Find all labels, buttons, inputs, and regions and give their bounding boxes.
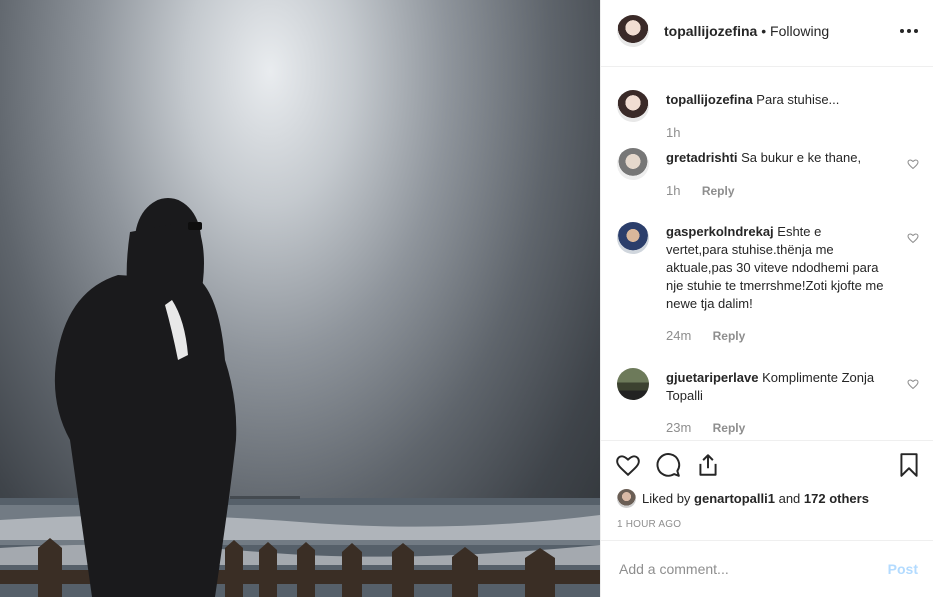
comment-text: Sa bukur e ke thane,: [741, 150, 862, 165]
post-actions: Liked by genartopalli1 and 172 others 1 …: [601, 440, 933, 540]
author-avatar[interactable]: [617, 15, 649, 47]
comment-time[interactable]: 23m: [666, 420, 691, 435]
liker-username[interactable]: genartopalli1: [694, 491, 775, 506]
comment-body: topallijozefina Para stuhise...: [666, 91, 884, 109]
avatar[interactable]: [617, 222, 649, 254]
comment-body: gretadrishti Sa bukur e ke thane,: [666, 149, 884, 167]
comment-body: gasperkolndrekaj Eshte e vertet,para stu…: [666, 223, 884, 313]
author-username[interactable]: topallijozefina: [664, 23, 757, 39]
avatar[interactable]: [617, 368, 649, 400]
author-line: topallijozefina • Following: [664, 23, 829, 39]
following-button[interactable]: Following: [770, 23, 829, 39]
avatar[interactable]: [617, 148, 649, 180]
likes-prefix: Liked by: [642, 491, 691, 506]
post-photo[interactable]: [0, 0, 600, 597]
share-icon[interactable]: [695, 452, 721, 478]
separator-dot: •: [761, 23, 771, 39]
post-timestamp[interactable]: 1 HOUR AGO: [617, 519, 681, 530]
liker-avatar[interactable]: [617, 489, 636, 508]
comment-meta: 23m Reply: [666, 420, 745, 435]
comment-username[interactable]: gasperkolndrekaj: [666, 224, 774, 239]
comment-time[interactable]: 1h: [666, 125, 680, 140]
comment-time[interactable]: 1h: [666, 183, 680, 198]
add-comment-bar: Post: [601, 540, 933, 597]
comment-meta: 24m Reply: [666, 328, 745, 343]
comment-text: Para stuhise...: [756, 92, 840, 107]
comment-icon[interactable]: [655, 452, 681, 478]
comment-username[interactable]: topallijozefina: [666, 92, 753, 107]
post-side-panel: topallijozefina • Following topallijozef…: [600, 0, 933, 597]
comment-meta: 1h Reply: [666, 183, 735, 198]
likes-others-link[interactable]: 172 others: [804, 491, 869, 506]
like-comment-icon[interactable]: [907, 232, 919, 244]
photo-scene: [0, 198, 600, 597]
comment-meta: 1h: [666, 125, 680, 140]
like-comment-icon[interactable]: [907, 378, 919, 390]
likes-joiner: and: [778, 491, 801, 506]
reply-button[interactable]: Reply: [702, 184, 735, 198]
bookmark-icon[interactable]: [896, 452, 922, 478]
comment-input[interactable]: [617, 560, 871, 578]
comments-list: topallijozefina Para stuhise... 1h greta…: [601, 68, 933, 440]
comment-time[interactable]: 24m: [666, 328, 691, 343]
like-comment-icon[interactable]: [907, 158, 919, 170]
reply-button[interactable]: Reply: [713, 329, 746, 343]
more-icon[interactable]: [900, 29, 918, 33]
comment-username[interactable]: gjuetariperlave: [666, 370, 759, 385]
heart-icon[interactable]: [615, 452, 641, 478]
post-header: topallijozefina • Following: [601, 0, 933, 67]
post-comment-button[interactable]: Post: [888, 561, 918, 577]
reply-button[interactable]: Reply: [713, 421, 746, 435]
avatar[interactable]: [617, 90, 649, 122]
likes-line: Liked by genartopalli1 and 172 others: [617, 489, 869, 508]
comment-username[interactable]: gretadrishti: [666, 150, 738, 165]
comment-body: gjuetariperlave Komplimente Zonja Topall…: [666, 369, 884, 405]
